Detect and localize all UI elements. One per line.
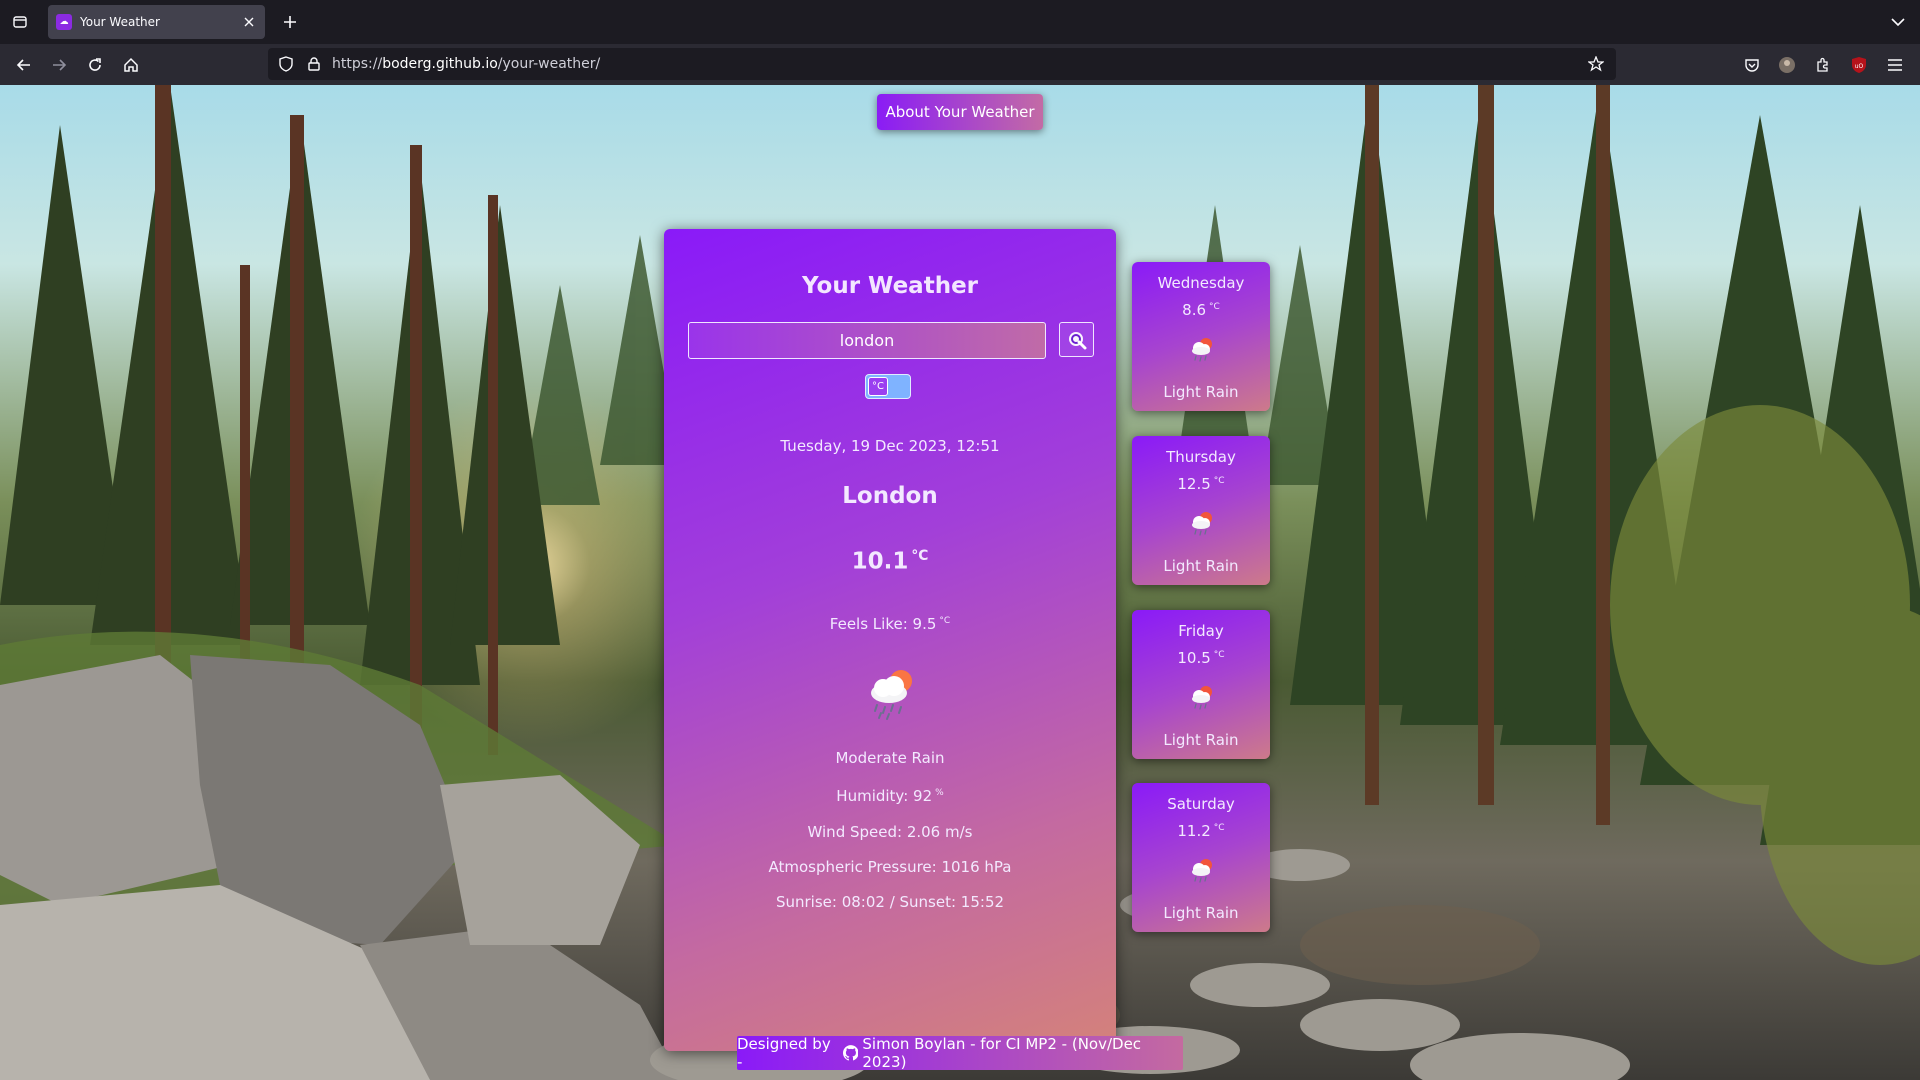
shield-icon[interactable] (276, 54, 296, 74)
forecast-temp: 12.5 °C (1177, 475, 1225, 493)
forecast-day: Friday (1178, 622, 1224, 640)
extensions-icon[interactable] (1812, 54, 1834, 76)
city-search-input[interactable] (688, 322, 1046, 359)
temperature-value: 10.1 (851, 548, 909, 575)
footer-credit: Simon Boylan - for CI MP2 - (Nov/Dec 202… (862, 1035, 1142, 1071)
forecast-day: Thursday (1166, 448, 1236, 466)
forecast-card-wednesday: Wednesday 8.6 °C Light Rain (1132, 262, 1270, 411)
search-icon (1068, 331, 1086, 349)
new-tab-icon[interactable] (279, 11, 301, 33)
forecast-card-thursday: Thursday 12.5 °C Light Rain (1132, 436, 1270, 585)
forecast-card-friday: Friday 10.5 °C Light Rain (1132, 610, 1270, 759)
footer: Designed by - Simon Boylan - for CI MP2 … (737, 1035, 1183, 1071)
temperature-unit: °C (911, 548, 929, 564)
forecast-day: Wednesday (1157, 274, 1245, 292)
ublock-origin-icon[interactable]: uO (1848, 54, 1870, 76)
tab-title: Your Weather (80, 15, 160, 29)
rain-cloud-sun-icon (1192, 338, 1212, 362)
browser-tab-bar: ☁ Your Weather (0, 0, 1920, 44)
browser-tab[interactable]: ☁ Your Weather (48, 5, 265, 39)
feels-like-value: Feels Like: 9.5 (829, 615, 937, 633)
atmospheric-pressure: Atmospheric Pressure: 1016 hPa (768, 858, 1012, 876)
svg-text:uO: uO (1855, 63, 1864, 70)
chevron-down-icon[interactable] (1888, 12, 1908, 32)
app-title: Your Weather (801, 273, 979, 299)
bookmark-star-icon[interactable] (1586, 54, 1606, 74)
home-icon[interactable] (119, 53, 143, 77)
weather-description: Moderate Rain (835, 749, 945, 767)
account-avatar-icon[interactable] (1776, 54, 1798, 76)
forecast-day: Saturday (1167, 795, 1235, 813)
current-temperature: 10.1 °C (664, 548, 1116, 575)
tab-list-icon[interactable] (0, 0, 40, 44)
humidity: Humidity: 92% (664, 787, 1116, 805)
humidity-unit: % (935, 788, 944, 798)
forward-icon[interactable] (47, 53, 71, 77)
favicon-icon: ☁ (56, 14, 72, 30)
rain-cloud-sun-icon (1192, 859, 1212, 883)
back-icon[interactable] (12, 53, 36, 77)
reload-icon[interactable] (83, 53, 107, 77)
footer-prefix: Designed by - (737, 1035, 831, 1071)
rain-cloud-sun-icon (1192, 512, 1212, 536)
forecast-description: Light Rain (1163, 731, 1239, 749)
menu-icon[interactable] (1884, 54, 1906, 76)
unit-toggle-knob: °C (868, 377, 888, 396)
current-datetime: Tuesday, 19 Dec 2023, 12:51 (780, 437, 1000, 455)
url-bar[interactable]: https://boderg.github.io/your-weather/ (268, 48, 1616, 80)
page-background: About Your Weather Your Weather °C Tuesd… (0, 85, 1920, 1080)
forecast-description: Light Rain (1163, 383, 1239, 401)
forecast-temp: 11.2 °C (1177, 822, 1225, 840)
about-button[interactable]: About Your Weather (877, 94, 1043, 130)
sunrise-sunset: Sunrise: 08:02 / Sunset: 15:52 (775, 893, 1005, 911)
rain-cloud-sun-icon (1192, 686, 1212, 710)
close-icon[interactable] (241, 14, 257, 30)
weather-card: Your Weather °C Tuesday, 19 Dec 2023, 12… (664, 229, 1116, 1051)
rain-cloud-sun-icon (871, 670, 912, 720)
wind-speed: Wind Speed: 2.06 m/s (807, 823, 973, 841)
unit-toggle[interactable]: °C (865, 374, 911, 399)
pocket-icon[interactable] (1741, 54, 1763, 76)
forecast-temp: 8.6 °C (1182, 301, 1220, 319)
url-text: https://boderg.github.io/your-weather/ (332, 56, 601, 72)
feels-like-unit: °C (939, 616, 951, 626)
forecast-temp: 10.5 °C (1177, 649, 1225, 667)
search-button[interactable] (1059, 322, 1094, 357)
forecast-description: Light Rain (1163, 557, 1239, 575)
humidity-value: Humidity: 92 (836, 787, 933, 805)
browser-nav-bar: https://boderg.github.io/your-weather/ u… (0, 44, 1920, 85)
forecast-card-saturday: Saturday 11.2 °C Light Rain (1132, 783, 1270, 932)
feels-like: Feels Like: 9.5 °C (664, 615, 1116, 633)
forecast-description: Light Rain (1163, 904, 1239, 922)
city-name: London (842, 483, 938, 509)
github-icon[interactable] (842, 1045, 859, 1061)
lock-icon[interactable] (304, 54, 324, 74)
